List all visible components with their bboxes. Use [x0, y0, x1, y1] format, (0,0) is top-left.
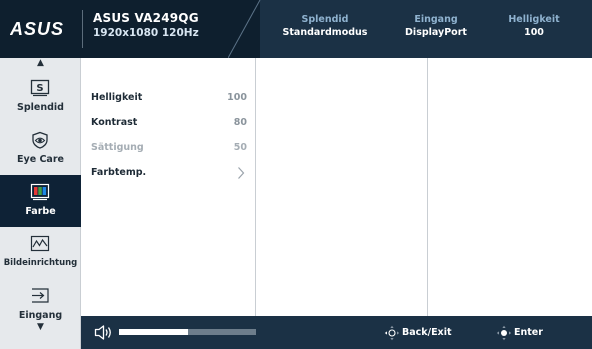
- sidebar-scroll-up[interactable]: ▲: [0, 58, 81, 68]
- sidebar-item-farbe[interactable]: Farbe: [0, 175, 81, 227]
- monitor-model: ASUS VA249QG: [93, 11, 199, 25]
- chevron-right-icon: [238, 167, 245, 179]
- joystick-press-icon: [496, 325, 512, 341]
- osd-header: ASUS ASUS VA249QG 1920x1080 120Hz Splend…: [0, 0, 592, 58]
- sidebar-item-bildeinrichtung[interactable]: Bildeinrichtung: [0, 227, 81, 279]
- header-stat-eingang: Eingang DisplayPort: [381, 14, 491, 38]
- header-stat-label: Splendid: [301, 14, 349, 25]
- asus-logo: ASUS: [10, 19, 64, 39]
- volume-slider[interactable]: [119, 329, 256, 335]
- menu-item-label: Sättigung: [91, 142, 144, 153]
- input-arrow-icon: [32, 288, 49, 303]
- options-panel: [428, 58, 592, 316]
- header-stat-splendid: Splendid Standardmodus: [270, 14, 380, 38]
- header-divider-slant: [228, 0, 261, 58]
- header-stat-value: 100: [524, 27, 544, 38]
- submenu-panel: [256, 58, 428, 316]
- sidebar-item-eye-care[interactable]: Eye Care: [0, 123, 81, 175]
- enter-label: Enter: [514, 327, 543, 338]
- settings-panel: Helligkeit 100 Kontrast 80 Sättigung 50 …: [81, 58, 256, 316]
- sidebar-item-label: Farbe: [25, 206, 56, 217]
- monitor-osd: ASUS ASUS VA249QG 1920x1080 120Hz Splend…: [0, 0, 592, 349]
- sidebar-item-label: Eingang: [18, 310, 63, 321]
- splendid-icon: S: [30, 79, 50, 97]
- menu-item-farbtemp[interactable]: Farbtemp.: [91, 167, 247, 183]
- sidebar-item-label: Eye Care: [17, 154, 64, 165]
- menu-item-value: 50: [233, 142, 247, 153]
- speaker-icon: [94, 325, 111, 340]
- header-stat-label: Helligkeit: [508, 14, 560, 25]
- sidebar-item-label: Splendid: [17, 102, 64, 113]
- header-stat-value: DisplayPort: [405, 27, 467, 38]
- asus-logo-text: ASUS: [10, 19, 64, 39]
- sidebar: ▲ S Splendid Eye Care Farbe Bildeinricht…: [0, 58, 81, 349]
- sidebar-scroll-down[interactable]: ▼: [0, 322, 81, 332]
- header-stat-helligkeit: Helligkeit 100: [479, 14, 589, 38]
- menu-item-value: 100: [227, 92, 247, 103]
- header-stat-value: Standardmodus: [282, 27, 368, 38]
- volume-level: [119, 329, 188, 335]
- header-stat-label: Eingang: [414, 14, 458, 25]
- menu-item-saettigung: Sättigung 50: [91, 142, 247, 158]
- monitor-resolution: 1920x1080 120Hz: [93, 27, 199, 39]
- menu-item-label: Kontrast: [91, 117, 138, 128]
- svg-text:S: S: [36, 83, 43, 94]
- joystick-left-icon: [384, 325, 400, 341]
- sidebar-item-splendid[interactable]: S Splendid: [0, 71, 81, 123]
- back-exit-label: Back/Exit: [402, 327, 452, 338]
- waveform-icon: [30, 235, 50, 252]
- menu-item-kontrast[interactable]: Kontrast 80: [91, 117, 247, 133]
- menu-item-label: Helligkeit: [91, 92, 143, 103]
- menu-item-helligkeit[interactable]: Helligkeit 100: [91, 92, 247, 108]
- menu-item-label: Farbtemp.: [91, 167, 147, 178]
- menu-item-value: 80: [233, 117, 247, 128]
- color-bars-icon: [30, 183, 50, 201]
- sidebar-item-label: Bildeinrichtung: [3, 258, 78, 268]
- eye-icon: [32, 131, 48, 149]
- osd-footer: Back/Exit Enter: [81, 316, 592, 349]
- header-divider: [82, 10, 83, 48]
